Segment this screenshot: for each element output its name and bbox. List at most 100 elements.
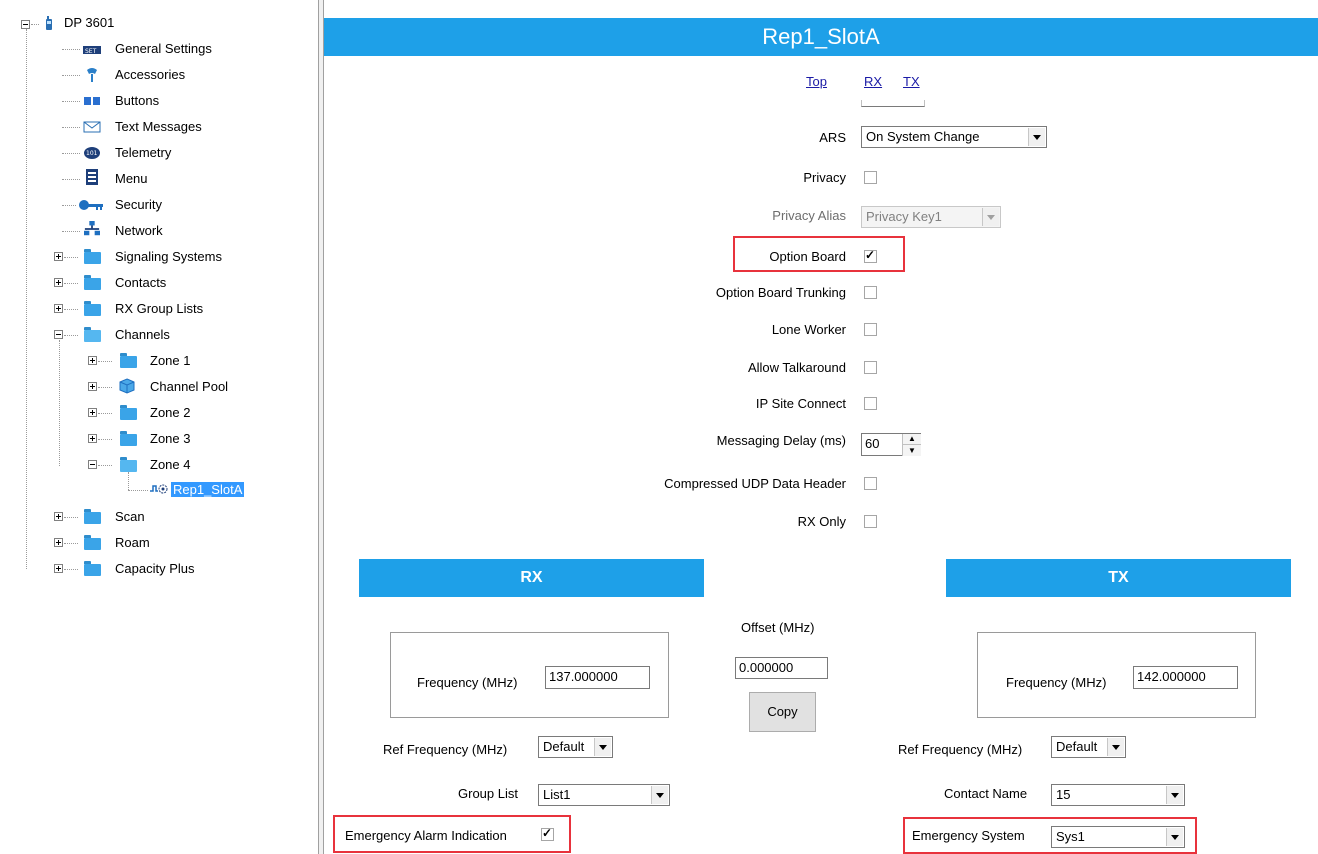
compressed-udp-checkbox[interactable] (864, 477, 877, 490)
folder-icon (84, 301, 101, 316)
spin-down-icon[interactable]: ▼ (902, 444, 921, 456)
zone-1-expand-toggle[interactable] (88, 356, 97, 365)
folder-icon (84, 561, 101, 576)
chevron-down-icon (1166, 828, 1183, 846)
lone-worker-checkbox[interactable] (864, 323, 877, 336)
root-collapse-toggle[interactable] (21, 20, 30, 29)
folder-icon (120, 431, 137, 446)
tree-item-zone-3[interactable]: Zone 3 (148, 429, 192, 449)
option-board-checkbox[interactable] (864, 248, 877, 263)
option-board-label: Option Board (769, 249, 846, 264)
tree-item-capacity-plus[interactable]: Capacity Plus (113, 559, 196, 579)
option-board-trunking-label: Option Board Trunking (715, 285, 846, 300)
emergency-system-select[interactable]: Sys1 (1051, 826, 1185, 848)
tx-frequency-label: Frequency (MHz) (1006, 675, 1107, 690)
rx-frequency-input[interactable]: 137.000000 (545, 666, 650, 689)
roam-expand-toggle[interactable] (54, 538, 63, 547)
tx-frequency-input[interactable]: 142.000000 (1133, 666, 1238, 689)
folder-open-icon (120, 457, 137, 472)
tree-item-security[interactable]: Security (113, 195, 164, 215)
folder-icon (84, 535, 101, 550)
scrolled-control-edge (861, 100, 925, 107)
tree-item-accessories[interactable]: Accessories (113, 65, 187, 85)
tree-root[interactable]: DP 3601 (62, 13, 116, 33)
tree-item-channel-pool[interactable]: Channel Pool (148, 377, 230, 397)
network-icon (84, 221, 100, 236)
option-board-trunking-checkbox[interactable] (864, 286, 877, 299)
emergency-alarm-label: Emergency Alarm Indication (345, 828, 507, 843)
rx-group-lists-expand-toggle[interactable] (54, 304, 63, 313)
tree-item-network[interactable]: Network (113, 221, 165, 241)
tx-ref-frequency-select[interactable]: Default (1051, 736, 1126, 758)
key-icon (79, 200, 103, 210)
spin-up-icon[interactable]: ▲ (902, 434, 921, 444)
tree-item-zone-4[interactable]: Zone 4 (148, 455, 192, 475)
tree-item-scan[interactable]: Scan (113, 507, 147, 527)
tree-item-rep1-slota[interactable]: Rep1_SlotA (171, 480, 245, 500)
contact-name-select[interactable]: 15 (1051, 784, 1185, 806)
chevron-down-icon (651, 786, 668, 804)
tree-item-telemetry[interactable]: Telemetry (113, 143, 173, 163)
channel-icon (150, 484, 168, 494)
capacity-plus-expand-toggle[interactable] (54, 564, 63, 573)
tx-section-header: TX (946, 559, 1291, 597)
chevron-down-icon (594, 738, 611, 756)
chevron-down-icon (1107, 738, 1124, 756)
rx-ref-frequency-select[interactable]: Default (538, 736, 613, 758)
zone-3-expand-toggle[interactable] (88, 434, 97, 443)
zone-4-collapse-toggle[interactable] (88, 460, 97, 469)
signaling-systems-expand-toggle[interactable] (54, 252, 63, 261)
tree-item-signaling-systems[interactable]: Signaling Systems (113, 247, 224, 267)
tree-item-buttons[interactable]: Buttons (113, 91, 161, 111)
rx-only-label: RX Only (797, 514, 846, 529)
svg-text:101: 101 (86, 150, 98, 157)
ip-site-connect-label: IP Site Connect (755, 396, 846, 411)
contacts-expand-toggle[interactable] (54, 278, 63, 287)
tree-item-zone-2[interactable]: Zone 2 (148, 403, 192, 423)
ars-select[interactable]: On System Change (861, 126, 1047, 148)
nav-link-rx[interactable]: RX (864, 74, 882, 89)
copy-button[interactable]: Copy (749, 692, 816, 732)
pane-splitter[interactable] (319, 0, 324, 854)
chevron-down-icon (982, 208, 999, 226)
scan-expand-toggle[interactable] (54, 512, 63, 521)
tree-item-general-settings[interactable]: General Settings (113, 39, 214, 59)
tree-item-text-messages[interactable]: Text Messages (113, 117, 204, 137)
rx-only-checkbox[interactable] (864, 515, 877, 528)
tree-item-contacts[interactable]: Contacts (113, 273, 168, 293)
rx-ref-frequency-label: Ref Frequency (MHz) (383, 742, 508, 757)
buttons-icon (84, 97, 100, 105)
compressed-udp-label: Compressed UDP Data Header (664, 476, 846, 491)
chevron-down-icon (1028, 128, 1045, 146)
group-list-label: Group List (458, 786, 518, 801)
folder-icon (84, 275, 101, 290)
group-list-select[interactable]: List1 (538, 784, 670, 806)
zone-2-expand-toggle[interactable] (88, 408, 97, 417)
messaging-delay-label: Messaging Delay (ms) (716, 433, 846, 448)
page-title-text: Rep1_SlotA (324, 18, 1318, 56)
tree-item-zone-1[interactable]: Zone 1 (148, 351, 192, 371)
ip-site-connect-checkbox[interactable] (864, 397, 877, 410)
nav-link-top[interactable]: Top (806, 74, 827, 89)
tree-item-menu[interactable]: Menu (113, 169, 150, 189)
nav-link-tx[interactable]: TX (903, 74, 920, 89)
allow-talkaround-checkbox[interactable] (864, 361, 877, 374)
navigation-tree[interactable]: DP 3601 SET General Settings Accessories… (0, 0, 319, 854)
cube-icon (119, 378, 135, 394)
tree-item-rx-group-lists[interactable]: RX Group Lists (113, 299, 205, 319)
envelope-icon (83, 121, 101, 133)
menu-icon (86, 169, 98, 185)
privacy-alias-select[interactable]: Privacy Key1 (861, 206, 1001, 228)
channels-collapse-toggle[interactable] (54, 330, 63, 339)
folder-icon (120, 353, 137, 368)
ars-label: ARS (819, 130, 846, 145)
tree-item-roam[interactable]: Roam (113, 533, 152, 553)
chevron-down-icon (1166, 786, 1183, 804)
privacy-checkbox[interactable] (864, 171, 877, 184)
folder-icon (84, 249, 101, 264)
contact-name-label: Contact Name (944, 786, 1028, 801)
emergency-alarm-checkbox[interactable] (541, 826, 554, 841)
channel-pool-expand-toggle[interactable] (88, 382, 97, 391)
offset-input[interactable]: 0.000000 (735, 657, 828, 679)
tree-item-channels[interactable]: Channels (113, 325, 172, 345)
